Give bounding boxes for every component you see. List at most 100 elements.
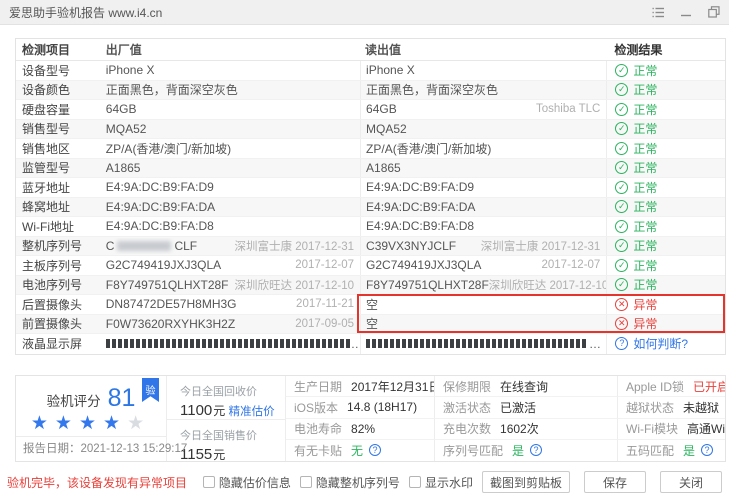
restore-icon[interactable] <box>708 6 720 18</box>
show-watermark-checkbox[interactable]: 显示水印 <box>409 474 473 491</box>
info-value: 14.8 (18H17) <box>347 400 417 414</box>
info-cell: 激活状态已激活 <box>434 397 617 418</box>
read-value: E4:9A:DC:B9:FA:D9 <box>360 178 606 197</box>
info-cell: 序列号匹配是? <box>434 440 617 461</box>
cell-extra-info: Toshiba TLC <box>536 103 606 115</box>
cell-extra-info: 深圳欣旺达 2017-12-10 <box>235 277 361 293</box>
factory-value: 64GB <box>104 102 360 116</box>
cell-value: iPhone X <box>106 63 155 77</box>
redacted-blocks <box>366 339 588 348</box>
status-cell: ✓正常 <box>606 61 725 80</box>
factory-value: ZP/A(香港/澳门/新加坡) <box>104 140 360 157</box>
star-empty-icon: ★ <box>127 413 151 434</box>
masked-serial-suffix: CLF <box>174 239 197 253</box>
item-label: 电池序列号 <box>16 276 104 293</box>
read-value: A1865 <box>360 159 606 178</box>
result-message: 验机完毕，该设备发现有异常项目 <box>7 474 187 491</box>
status-label: 异常 <box>633 315 657 332</box>
table-row: 整机序列号CCLF深圳富士康 2017-12-31C39VX3NYJCLF深圳富… <box>16 237 725 257</box>
redacted-ellipsis: … <box>589 337 601 351</box>
info-key: 序列号匹配 <box>443 442 503 459</box>
cell-value: E4:9A:DC:B9:FA:DA <box>366 200 475 214</box>
cross-circle-icon: ✕ <box>615 317 628 330</box>
help-circle-icon[interactable]: ? <box>701 444 713 456</box>
save-button[interactable]: 保存 <box>584 471 646 493</box>
status-cell: ✓正常 <box>606 81 725 100</box>
cell-value: MQA52 <box>366 122 407 136</box>
status-label[interactable]: 如何判断? <box>633 335 688 352</box>
info-value[interactable]: 在线查询 <box>500 378 548 395</box>
checkbox-box[interactable] <box>409 476 421 488</box>
cell-value: iPhone X <box>366 63 415 77</box>
check-circle-icon: ✓ <box>615 161 628 174</box>
cell-value: E4:9A:DC:B9:FA:D9 <box>366 180 474 194</box>
score-label: 验机评分 <box>47 390 101 410</box>
factory-value: DN87472DE57H8MH3G2017-11-21 <box>104 297 360 311</box>
table-row: 主板序列号G2C749419JXJ3QLA2017-12-07G2C749419… <box>16 256 725 276</box>
column-header: 检测项目 <box>16 41 104 58</box>
factory-value: iPhone X <box>104 63 360 77</box>
table-header-row: 检测项目出厂值读出值检测结果 <box>16 39 725 61</box>
report-list-icon[interactable] <box>652 7 665 18</box>
item-label: 设备颜色 <box>16 81 104 98</box>
checkbox-box[interactable] <box>203 476 215 488</box>
hide-price-checkbox[interactable]: 隐藏估价信息 <box>203 474 291 491</box>
status-cell: ✓ 正常 <box>606 100 725 119</box>
read-value: ZP/A(香港/澳门/新加坡) <box>360 139 606 158</box>
check-circle-icon: ✓ <box>615 259 628 272</box>
status-label: 异常 <box>633 296 657 313</box>
status-cell: ✓正常 <box>606 120 725 139</box>
star-filled-icon: ★ <box>55 413 79 434</box>
info-value: 1602次 <box>500 420 539 437</box>
check-circle-icon: ✓ <box>615 103 628 116</box>
question-circle-icon[interactable]: ? <box>615 337 628 350</box>
inspection-table: 检测项目出厂值读出值检测结果设备型号iPhone XiPhone X✓正常设备颜… <box>15 38 726 355</box>
check-circle-icon: ✓ <box>615 220 628 233</box>
factory-value: E4:9A:DC:B9:FA:D9 <box>104 180 360 194</box>
minimize-icon[interactable] <box>681 7 692 18</box>
table-row: 后置摄像头DN87472DE57H8MH3G2017-11-21空✕异常 <box>16 295 725 315</box>
status-label: 正常 <box>633 140 657 157</box>
checkbox-label: 隐藏估价信息 <box>219 474 291 491</box>
hide-serial-checkbox[interactable]: 隐藏整机序列号 <box>300 474 400 491</box>
redacted-ellipsis: … <box>351 337 360 351</box>
factory-value: A1865 <box>104 161 360 175</box>
check-circle-icon: ✓ <box>615 200 628 213</box>
help-circle-icon[interactable]: ? <box>530 444 542 456</box>
status-cell: ✕ 异常 <box>606 315 725 334</box>
factory-value: CCLF深圳富士康 2017-12-31 <box>104 238 360 254</box>
item-label: 销售地区 <box>16 140 104 157</box>
info-value: 已激活 <box>500 399 536 416</box>
status-cell: ✓正常 <box>606 198 725 217</box>
read-value: E4:9A:DC:B9:FA:D8 <box>360 217 606 236</box>
cell-value: 64GB <box>366 102 397 116</box>
cell-value: E4:9A:DC:B9:FA:D8 <box>366 219 474 233</box>
info-value: 已开启 <box>693 378 725 395</box>
status-cell: ✓正常 <box>606 159 725 178</box>
estimate-link[interactable]: 精准估价 <box>229 406 275 418</box>
info-key: 电池寿命 <box>294 420 342 437</box>
screenshot-to-clipboard-button[interactable]: 截图到剪贴板 <box>482 471 570 493</box>
cell-value: 正面黑色，背面深空灰色 <box>366 81 498 98</box>
cell-value: F0W73620RXYHK3H2Z <box>106 317 235 331</box>
info-value: 是 <box>512 442 524 459</box>
status-cell: ✓正常 <box>606 178 725 197</box>
table-row: 设备型号iPhone XiPhone X✓正常 <box>16 61 725 81</box>
item-label: 硬盘容量 <box>16 101 104 118</box>
read-value: 正面黑色，背面深空灰色 <box>360 81 606 100</box>
item-label: 前置摄像头 <box>16 315 104 332</box>
status-label: 正常 <box>633 101 657 118</box>
check-circle-icon: ✓ <box>615 122 628 135</box>
close-button[interactable]: 关闭 <box>660 471 722 493</box>
cross-circle-icon: ✕ <box>615 298 628 311</box>
info-key: 保修期限 <box>443 378 491 395</box>
cell-value: G2C749419JXJ3QLA <box>366 258 481 272</box>
help-circle-icon[interactable]: ? <box>369 444 381 456</box>
info-key: 越狱状态 <box>626 399 674 416</box>
status-cell[interactable]: ? 如何判断? <box>606 334 725 354</box>
checkbox-box[interactable] <box>300 476 312 488</box>
table-row: 监管型号A1865A1865✓正常 <box>16 159 725 179</box>
factory-value: F8Y749751QLHXT28F深圳欣旺达 2017-12-10 <box>104 277 360 293</box>
info-key: 激活状态 <box>443 399 491 416</box>
cell-value: F8Y749751QLHXT28F <box>366 278 489 292</box>
